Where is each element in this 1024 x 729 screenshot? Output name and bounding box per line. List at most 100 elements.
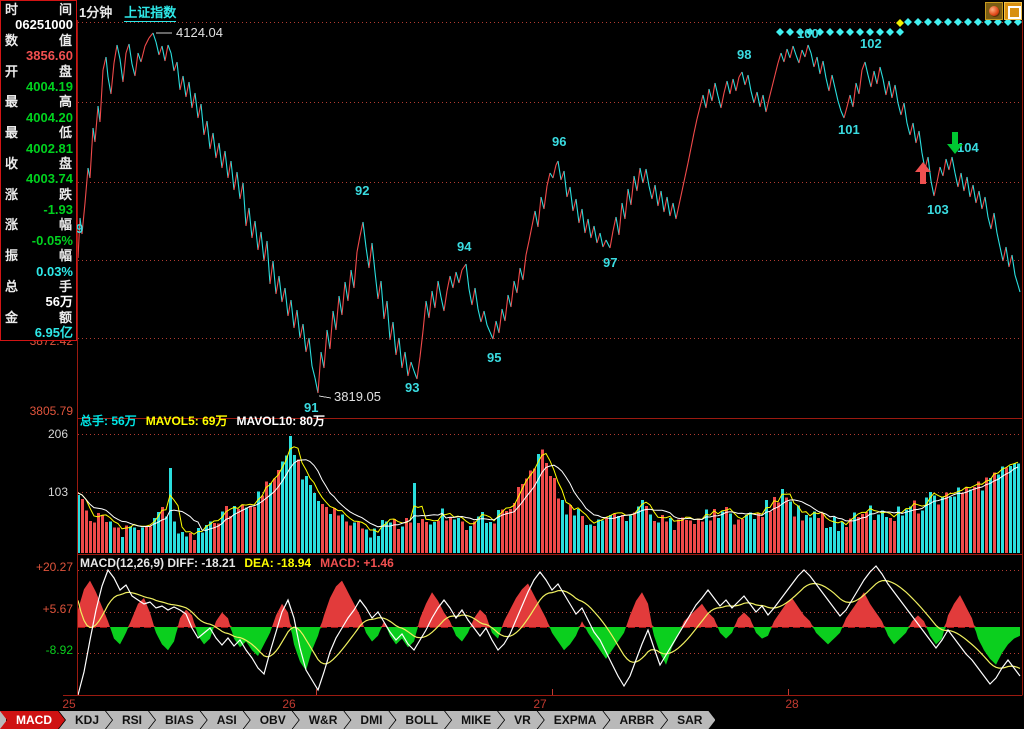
volume-bar [1009, 466, 1012, 553]
tab-bias[interactable]: BIAS [149, 711, 207, 729]
volume-bar [305, 476, 308, 553]
price-line-segment [1015, 275, 1018, 285]
price-line-segment [640, 168, 643, 183]
price-line-segment [475, 288, 478, 309]
volume-bar [449, 517, 452, 553]
price-line-segment [420, 331, 423, 357]
volume-bar [185, 536, 188, 553]
price-line-segment [799, 50, 802, 63]
price-line-segment [628, 189, 631, 205]
price-line-segment [240, 183, 243, 199]
volume-bar [917, 513, 920, 553]
diamond-marker [846, 28, 854, 36]
price-line-segment [721, 93, 724, 108]
price-line-segment [916, 131, 919, 143]
volume-bar [625, 521, 628, 553]
tab-asi[interactable]: ASI [201, 711, 250, 729]
price-line-segment [585, 219, 588, 233]
volume-bar [309, 485, 312, 553]
volume-bar [573, 515, 576, 553]
volume-bar [581, 516, 584, 553]
price-line-segment [453, 272, 456, 288]
price-line-segment [333, 311, 336, 330]
diff-line [78, 566, 1020, 695]
volume-bar [353, 523, 356, 554]
price-line-segment [103, 57, 106, 70]
price-line-segment [606, 240, 610, 248]
tab-mike[interactable]: MIKE [445, 711, 504, 729]
volume-bar [873, 520, 876, 553]
tab-boll[interactable]: BOLL [389, 711, 451, 729]
price-line-segment [156, 42, 159, 55]
volume-bar [205, 525, 208, 553]
price-line-segment [396, 338, 399, 355]
price-line-segment [760, 95, 763, 107]
volume-bar [741, 519, 744, 553]
quote-field-label: 涨跌 [1, 187, 76, 202]
volume-bar [141, 528, 144, 554]
symbol-label[interactable]: 上证指数 [124, 5, 176, 22]
restore-window-icon[interactable] [1004, 2, 1022, 20]
tab-dmi[interactable]: DMI [344, 711, 395, 729]
volume-bar [89, 521, 92, 553]
price-line-segment [832, 75, 835, 88]
volume-bar [229, 516, 232, 553]
price-line-segment [634, 176, 637, 191]
volume-bar [405, 518, 408, 553]
volume-bar [637, 507, 640, 553]
price-line-segment [1012, 255, 1015, 275]
price-line-segment [567, 187, 570, 197]
period-label: 1分钟 [79, 5, 112, 20]
volume-bar [433, 522, 436, 553]
tab-expma[interactable]: EXPMA [538, 711, 610, 729]
price-line-segment [255, 221, 258, 250]
price-line-segment [775, 63, 778, 75]
volume-bar [145, 527, 148, 553]
price-line-segment [246, 208, 249, 226]
price-line-segment [646, 169, 649, 186]
volume-bar [489, 522, 492, 553]
price-line-segment [973, 185, 976, 203]
tab-wandr[interactable]: W&R [293, 711, 351, 729]
volume-bar [149, 527, 152, 554]
price-line-segment [111, 63, 114, 94]
price-line-segment [511, 281, 514, 307]
price-line-segment [538, 197, 541, 227]
chart-canvas[interactable]: 991929394959697981001011021031043872.423… [0, 0, 1024, 710]
price-line-segment [204, 121, 207, 135]
volume-bar [621, 515, 624, 553]
app-logo-icon[interactable] [985, 2, 1003, 20]
price-line-segment [835, 88, 838, 101]
tab-kdj[interactable]: KDJ [59, 711, 112, 729]
volume-bar [813, 511, 816, 553]
volume-bar [249, 506, 252, 553]
price-line-segment [213, 133, 216, 158]
price-line-segment [772, 75, 775, 87]
price-line-segment [1003, 247, 1006, 261]
volume-bar [437, 521, 440, 553]
price-line-segment [868, 75, 871, 87]
volume-bar [589, 525, 592, 554]
price-line-segment [499, 309, 502, 333]
tab-rsi[interactable]: RSI [106, 711, 155, 729]
price-line-segment [661, 191, 664, 212]
price-line-segment [456, 272, 459, 283]
tab-vr[interactable]: VR [498, 711, 544, 729]
tab-macd[interactable]: MACD [0, 711, 65, 729]
volume-bar [113, 528, 116, 553]
price-line-segment [514, 281, 517, 293]
tab-sar[interactable]: SAR [661, 711, 715, 729]
tab-obv[interactable]: OBV [244, 711, 299, 729]
price-line-segment [168, 45, 171, 53]
volume-bar [657, 523, 660, 554]
price-line-segment [955, 173, 958, 187]
price-line-segment [547, 173, 550, 186]
price-line-segment [550, 173, 553, 178]
price-line-segment [189, 82, 192, 108]
tab-arbr[interactable]: ARBR [603, 711, 667, 729]
price-line-segment [793, 46, 796, 55]
volume-bar [949, 497, 952, 553]
volume-bar [689, 521, 692, 553]
volume-bar [985, 478, 988, 553]
price-line-segment [162, 46, 165, 61]
